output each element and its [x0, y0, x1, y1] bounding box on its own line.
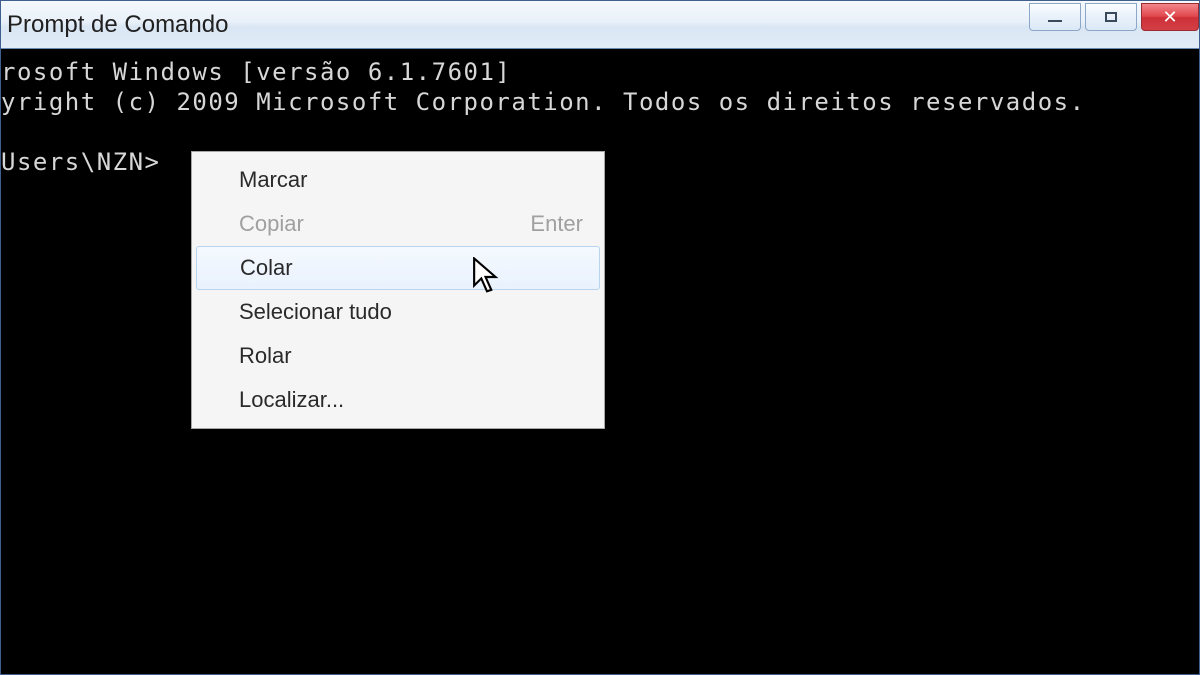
context-menu: Marcar Copiar Enter Colar Selecionar tud…: [191, 151, 605, 429]
menu-item-selecionar-tudo[interactable]: Selecionar tudo: [195, 290, 601, 334]
menu-item-shortcut: Enter: [530, 211, 583, 237]
terminal-line: [1, 117, 1199, 147]
command-prompt-window: Prompt de Comando ✕ rosoft Windows [vers…: [0, 0, 1200, 675]
menu-item-colar[interactable]: Colar: [196, 246, 600, 290]
titlebar[interactable]: Prompt de Comando ✕: [1, 1, 1199, 49]
menu-item-label: Copiar: [239, 211, 304, 237]
maximize-icon: [1105, 12, 1117, 22]
terminal-line: rosoft Windows [versão 6.1.7601]: [1, 57, 1199, 87]
minimize-icon: [1048, 20, 1062, 22]
menu-item-label: Colar: [240, 255, 293, 281]
window-title: Prompt de Comando: [7, 11, 228, 39]
menu-item-label: Selecionar tudo: [239, 299, 392, 325]
menu-item-label: Marcar: [239, 167, 307, 193]
menu-item-localizar[interactable]: Localizar...: [195, 378, 601, 422]
menu-item-label: Localizar...: [239, 387, 344, 413]
minimize-button[interactable]: [1029, 3, 1081, 31]
menu-item-copiar: Copiar Enter: [195, 202, 601, 246]
terminal-line: yright (c) 2009 Microsoft Corporation. T…: [1, 87, 1199, 117]
close-icon: ✕: [1162, 8, 1177, 26]
menu-item-label: Rolar: [239, 343, 292, 369]
close-button[interactable]: ✕: [1141, 3, 1199, 31]
window-controls: ✕: [1029, 1, 1199, 48]
maximize-button[interactable]: [1085, 3, 1137, 31]
menu-item-rolar[interactable]: Rolar: [195, 334, 601, 378]
menu-item-marcar[interactable]: Marcar: [195, 158, 601, 202]
